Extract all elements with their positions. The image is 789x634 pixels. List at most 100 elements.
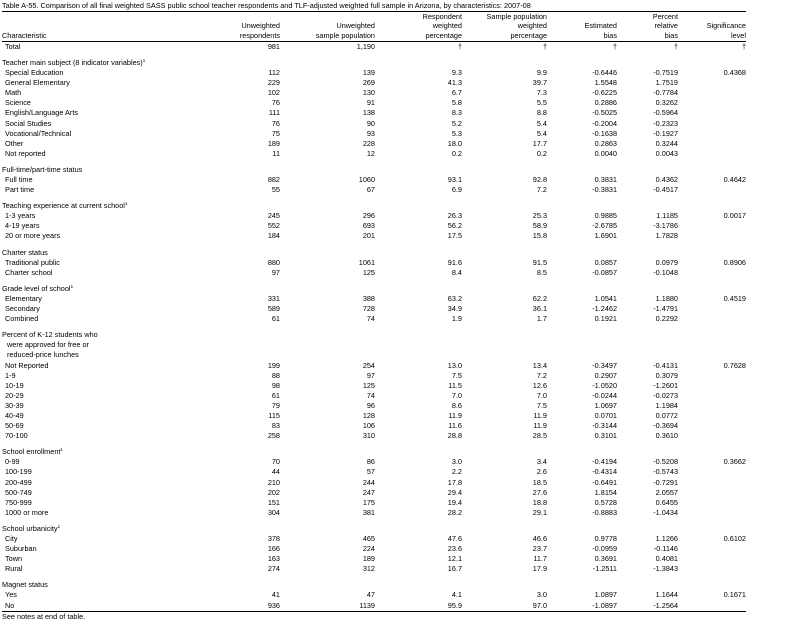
significance-cell xyxy=(678,431,746,441)
sample-pct-cell: 1.7 xyxy=(536,314,547,324)
table-row: Full time 882 1060 93.1 92.8 0.3831 0.4362 0.46… xyxy=(2,175,746,185)
row-label: No xyxy=(5,600,15,610)
unweighted-respondents-cell: 98 xyxy=(271,380,280,390)
table-row: Part time 55 67 6.9 7.2 -0.3831 -0.4517 xyxy=(2,185,746,195)
unweighted-respondents-cell: 163 xyxy=(267,554,280,564)
percent-relative-bias-cell: -0.5964 xyxy=(653,108,678,118)
percent-relative-bias-cell: 1.1185 xyxy=(656,211,678,221)
estimated-bias-cell: -0.0857 xyxy=(592,267,617,277)
unweighted-sample-cell: 228 xyxy=(362,138,375,148)
sample-pct-cell: 5.5 xyxy=(536,98,547,108)
estimated-bias-cell: -1.0897 xyxy=(592,600,617,610)
unweighted-respondents-cell: 79 xyxy=(271,400,280,410)
sample-pct-cell: 7.3 xyxy=(536,88,547,98)
respondent-pct-cell: 41.3 xyxy=(447,78,462,88)
table-row: 50-69 83 106 11.6 11.9 -0.3144 -0.3694 xyxy=(2,421,746,431)
sample-pct-cell: 12.6 xyxy=(532,380,547,390)
table-row: 20 or more years 184 201 17.5 15.8 1.6901 1.78… xyxy=(2,231,746,241)
percent-relative-bias-cell: -0.7291 xyxy=(653,477,678,487)
significance-cell xyxy=(678,401,746,411)
estimated-bias-cell: 0.1921 xyxy=(594,314,617,324)
estimated-bias-cell: 0.9885 xyxy=(594,211,617,221)
table-row: 1-3 years 245 296 26.3 25.3 0.9885 1.1185 0.001… xyxy=(2,211,746,221)
table-row: Not Reported 199 254 13.0 13.4 -0.3497 -0.4131… xyxy=(2,361,746,371)
percent-relative-bias-cell: -3.1786 xyxy=(653,221,678,231)
estimated-bias-cell: 1.6901 xyxy=(594,231,617,241)
row-label: 70-100 xyxy=(5,431,28,441)
row-label: Math xyxy=(5,88,22,98)
significance-cell xyxy=(678,411,746,421)
significance-cell xyxy=(678,149,746,159)
respondent-pct-cell: 91.6 xyxy=(447,257,462,267)
unweighted-respondents-cell: 76 xyxy=(271,118,280,128)
estimated-bias-cell: 1.5548 xyxy=(594,78,617,88)
section-heading-row: Full-time/part-time status xyxy=(2,165,746,175)
percent-relative-bias-cell: 0.3262 xyxy=(655,98,678,108)
row-label: 10-19 xyxy=(5,380,24,390)
unweighted-sample-cell: 269 xyxy=(362,78,375,88)
row-label: 1-9 xyxy=(5,370,16,380)
sample-pct-cell: 62.2 xyxy=(532,293,547,303)
sample-pct-cell: 27.6 xyxy=(532,487,547,497)
row-label: Special Education xyxy=(5,68,64,78)
section-heading-text: were approved for free or xyxy=(7,340,89,350)
unweighted-respondents-cell: 83 xyxy=(271,421,280,431)
unweighted-sample-cell: 74 xyxy=(366,314,375,324)
table-row: Secondary 589 728 34.9 36.1 -1.2462 -1.4791 xyxy=(2,304,746,314)
significance-cell: 0.4519 xyxy=(723,293,746,303)
percent-relative-bias-cell: 1.7828 xyxy=(655,231,678,241)
significance-cell: 0.4642 xyxy=(723,175,746,185)
row-label: 20 or more years xyxy=(5,231,61,241)
table-row: Yes 41 47 4.1 3.0 1.0897 1.1644 0.1671 xyxy=(2,590,746,600)
respondent-pct-cell: 5.8 xyxy=(451,98,462,108)
estimated-bias-cell: 0.0857 xyxy=(594,257,617,267)
unweighted-respondents-cell: 111 xyxy=(268,108,280,118)
unweighted-sample-cell: 90 xyxy=(366,118,375,128)
unweighted-sample-cell: 91 xyxy=(366,98,375,108)
estimated-bias-cell: 0.3831 xyxy=(594,175,617,185)
row-label: 100-199 xyxy=(5,467,32,477)
section-heading: Teacher main subject (8 indicator variab… xyxy=(2,58,746,68)
estimated-bias-cell: -0.4194 xyxy=(592,457,617,467)
sample-pct-cell: 5.4 xyxy=(536,128,547,138)
unweighted-sample-cell: 139 xyxy=(362,68,375,78)
row-label: 500-749 xyxy=(5,487,32,497)
unweighted-sample-cell: 86 xyxy=(366,457,375,467)
section-heading-row: Charter status xyxy=(2,248,746,258)
significance-cell xyxy=(678,508,746,518)
section-heading-text: School urbanicity xyxy=(2,523,58,533)
significance-cell xyxy=(678,98,746,108)
percent-relative-bias-cell: 1.7519 xyxy=(655,78,678,88)
row-label: 750-999 xyxy=(5,497,32,507)
section-heading-row: Teaching experience at current school1 xyxy=(2,201,746,211)
significance-cell xyxy=(678,478,746,488)
estimated-bias-cell: -0.0244 xyxy=(592,390,617,400)
percent-relative-bias-cell: 1.1984 xyxy=(655,400,678,410)
respondent-pct-cell: 8.4 xyxy=(451,267,462,277)
percent-relative-bias-cell: 0.4362 xyxy=(655,175,678,185)
table-row: No 936 1139 95.9 97.0 -1.0897 -1.2564 xyxy=(2,601,746,611)
estimated-bias-cell: 0.2863 xyxy=(594,138,617,148)
estimated-bias-cell: 0.9778 xyxy=(594,534,617,544)
percent-relative-bias-cell: -0.1927 xyxy=(653,128,678,138)
unweighted-sample-cell: 296 xyxy=(362,211,375,221)
sample-pct-cell: 8.8 xyxy=(536,108,547,118)
significance-cell xyxy=(678,304,746,314)
sample-pct-cell: 29.1 xyxy=(532,507,547,517)
table-row: 40-49 115 128 11.9 11.9 0.0701 0.0772 xyxy=(2,411,746,421)
row-label: 1000 or more xyxy=(5,507,49,517)
unweighted-sample-cell: 67 xyxy=(366,185,375,195)
estimated-bias-cell: 1.0541 xyxy=(594,293,617,303)
sample-pct-cell: 36.1 xyxy=(532,304,547,314)
table-row: Charter school 97 125 8.4 8.5 -0.0857 -0.1048 xyxy=(2,268,746,278)
row-label: 50-69 xyxy=(5,421,24,431)
respondent-pct-cell: 47.6 xyxy=(447,534,462,544)
percent-relative-bias-cell: -1.4791 xyxy=(653,304,678,314)
unweighted-sample-cell: 693 xyxy=(362,221,375,231)
unweighted-sample-cell: 254 xyxy=(362,360,375,370)
unweighted-respondents-cell: 304 xyxy=(267,507,280,517)
unweighted-respondents-cell: 378 xyxy=(267,534,280,544)
respondent-pct-cell: 26.3 xyxy=(447,211,462,221)
estimated-bias-cell: 0.3691 xyxy=(594,554,617,564)
percent-relative-bias-cell: 0.0772 xyxy=(655,410,678,420)
